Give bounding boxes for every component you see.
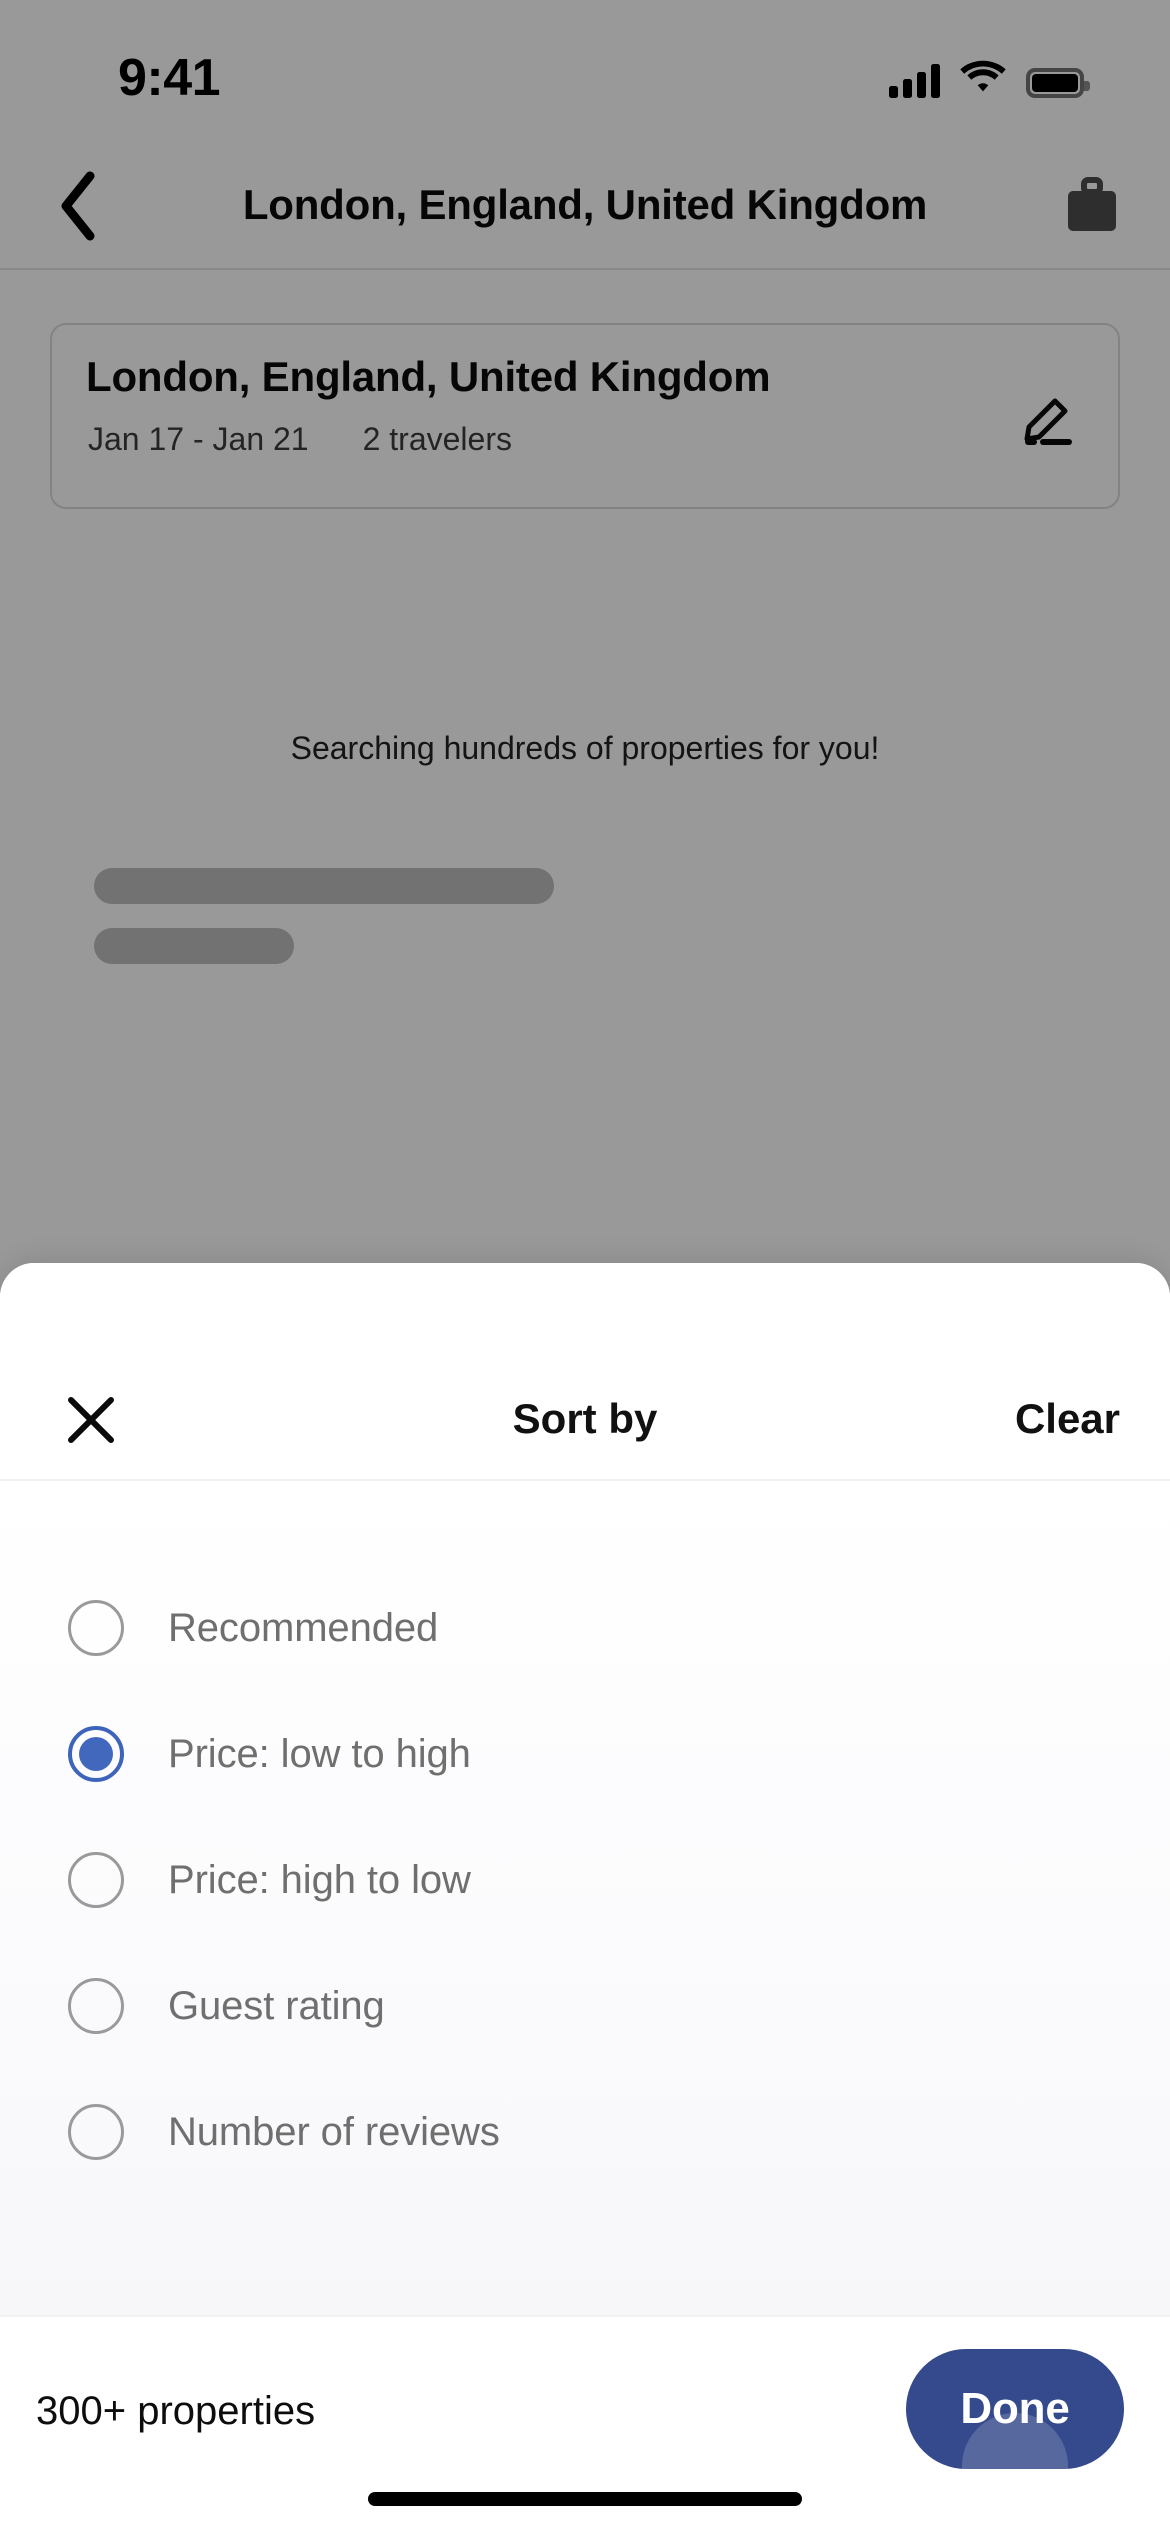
sort-option-price-high-to-low[interactable]: Price: high to low <box>0 1817 1170 1943</box>
sort-option-label: Guest rating <box>168 1983 385 2028</box>
search-destination: London, England, United Kingdom <box>86 353 771 400</box>
sort-option-guest-rating[interactable]: Guest rating <box>0 1943 1170 2069</box>
radio-icon[interactable] <box>68 1600 124 1656</box>
sort-option-label: Price: low to high <box>168 1731 471 1776</box>
battery-icon <box>1026 68 1090 98</box>
properties-count: 300+ properties <box>36 2389 316 2433</box>
radio-icon[interactable] <box>68 2104 124 2160</box>
page-title: London, England, United Kingdom <box>242 181 928 228</box>
trips-button[interactable] <box>1044 158 1140 254</box>
sort-options-list: Recommended Price: low to high Price: hi… <box>0 1481 1170 2315</box>
sort-option-label: Price: high to low <box>168 1857 471 1902</box>
status-bar: 9:41 <box>0 0 1170 142</box>
status-bar-time: 9:41 <box>118 49 221 107</box>
search-dates: Jan 17 - Jan 21 <box>88 421 309 457</box>
search-travelers: 2 travelers <box>362 421 512 457</box>
sheet-title: Sort by <box>512 1395 658 1442</box>
search-meta: Jan 17 - Jan 21 2 travelers <box>88 421 512 458</box>
done-button-label: Done <box>960 2384 1070 2433</box>
radio-icon-selected[interactable] <box>68 1726 124 1782</box>
pencil-edit-icon <box>1024 398 1072 445</box>
sort-by-sheet: Sort by Clear Recommended Price: low to … <box>0 1263 1170 2532</box>
searching-message: Searching hundreds of properties for you… <box>290 730 880 766</box>
phone-screen: 9:41 London, England, United Kingdom Lon… <box>0 0 1170 2532</box>
radio-icon[interactable] <box>68 1978 124 2034</box>
sort-option-label: Recommended <box>168 1605 439 1650</box>
sort-option-label: Number of reviews <box>168 2109 500 2154</box>
sheet-header: Sort by Clear <box>0 1263 1170 1480</box>
radio-icon[interactable] <box>68 1852 124 1908</box>
sort-option-number-of-reviews[interactable]: Number of reviews <box>0 2069 1170 2195</box>
home-indicator <box>368 2492 802 2506</box>
edit-search-button[interactable] <box>1000 369 1096 465</box>
nav-header: London, England, United Kingdom <box>0 142 1170 270</box>
sort-option-price-low-to-high[interactable]: Price: low to high <box>0 1691 1170 1817</box>
search-summary-card[interactable]: London, England, United Kingdom Jan 17 -… <box>50 323 1120 509</box>
skeleton-loading-card <box>50 803 1120 1273</box>
cellular-signal-icon <box>889 64 940 98</box>
wifi-icon <box>960 59 1006 98</box>
skeleton-bar <box>94 868 554 904</box>
sort-option-recommended[interactable]: Recommended <box>0 1565 1170 1691</box>
clear-button[interactable]: Clear <box>1015 1395 1120 1443</box>
status-bar-icons <box>889 52 1090 98</box>
done-button[interactable]: Done <box>906 2349 1124 2469</box>
briefcase-icon <box>1068 177 1116 231</box>
skeleton-bar <box>94 928 294 964</box>
